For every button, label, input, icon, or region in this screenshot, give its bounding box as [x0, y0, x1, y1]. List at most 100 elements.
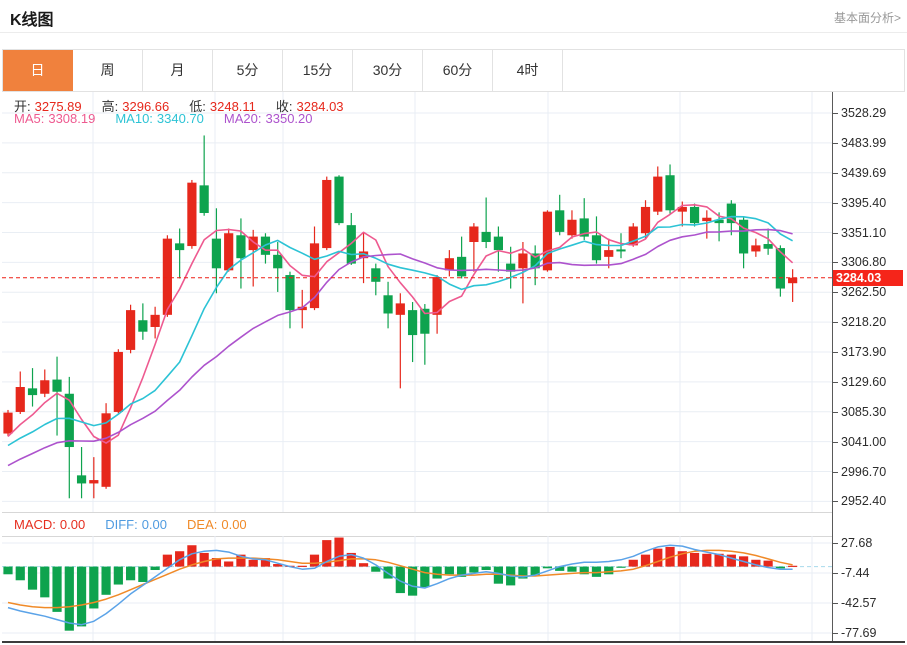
tab-30min[interactable]: 30分 [353, 50, 423, 91]
tab-bar-filler [563, 50, 904, 91]
macd-bar [151, 567, 160, 570]
ma-value-0: 3308.19 [48, 111, 95, 126]
macd-value-1: 0.00 [142, 517, 167, 532]
tab-day[interactable]: 日 [3, 50, 73, 91]
macd-bar [138, 567, 147, 582]
ma-value-2: 3350.20 [266, 111, 313, 126]
candle-body [764, 244, 773, 249]
candle-body [727, 204, 736, 224]
price-tick-label: 3439.69 [841, 166, 886, 180]
tab-4hour[interactable]: 4时 [493, 50, 563, 91]
price-tick-label-dash [832, 173, 838, 174]
candle-body [592, 235, 601, 260]
ma-legend: MA5:3308.19MA10:3340.70MA20:3350.20 [14, 111, 333, 126]
macd-bar [408, 567, 417, 596]
macd-bar [65, 567, 74, 631]
candle-body [482, 232, 491, 242]
macd-tick-label: -42.57 [841, 596, 876, 610]
macd-value-2: 0.00 [221, 517, 246, 532]
tab-week[interactable]: 周 [73, 50, 143, 91]
candle-body [690, 207, 699, 223]
macd-label-2: DEA: [187, 517, 217, 532]
tab-5min[interactable]: 5分 [213, 50, 283, 91]
macd-bar [40, 567, 49, 598]
candle-body [40, 380, 49, 393]
candle-body [3, 413, 12, 434]
candle-body [543, 212, 552, 271]
candle-body [285, 275, 294, 310]
macd-bar [114, 567, 123, 585]
macd-bar [101, 567, 110, 595]
price-tick-label: 3041.00 [841, 435, 886, 449]
macd-tick-label: -77.69 [841, 626, 876, 640]
price-tick-label-dash [832, 322, 838, 323]
candle-body [151, 315, 160, 327]
macd-bar [224, 561, 233, 566]
macd-tick-label: 27.68 [841, 536, 872, 550]
price-tick-label: 3085.30 [841, 405, 886, 419]
tab-15min[interactable]: 15分 [283, 50, 353, 91]
price-tick-label: 3351.10 [841, 226, 886, 240]
fundamental-analysis-link[interactable]: 基本面分析> [834, 9, 901, 26]
price-tick-label-dash [832, 412, 838, 413]
macd-bar [249, 560, 258, 567]
macd-bar [359, 563, 368, 566]
header-divider [0, 32, 907, 33]
price-tick-label: 3483.99 [841, 136, 886, 150]
macd-bar [567, 567, 576, 572]
price-tick-label-dash [832, 292, 838, 293]
price-tick-label: 3262.50 [841, 285, 886, 299]
tab-month[interactable]: 月 [143, 50, 213, 91]
main-candlestick-chart[interactable] [2, 92, 832, 512]
macd-tick-label-dash [832, 543, 838, 544]
candle-body [494, 237, 503, 250]
macd-bar [16, 567, 25, 581]
macd-bar [702, 554, 711, 567]
price-tick-label-dash [832, 352, 838, 353]
period-tab-bar: 日周月5分15分30分60分4时 [2, 49, 905, 92]
candle-body [555, 210, 564, 232]
price-tick-label: 3395.40 [841, 196, 886, 210]
macd-bar [420, 567, 429, 588]
macd-tick-label: -7.44 [841, 566, 870, 580]
macd-bar [469, 567, 478, 573]
macd-chart[interactable] [2, 536, 832, 641]
macd-bar [52, 567, 61, 612]
candle-body [751, 245, 760, 251]
candle-body [138, 320, 147, 331]
macd-bar [788, 566, 797, 567]
macd-bar [77, 567, 86, 627]
macd-label-0: MACD: [14, 517, 56, 532]
macd-bar [126, 567, 135, 581]
tab-60min[interactable]: 60分 [423, 50, 493, 91]
price-tick-label: 2952.40 [841, 494, 886, 508]
candle-body [604, 250, 613, 257]
candle-body [16, 387, 25, 412]
price-tick-label: 3528.29 [841, 106, 886, 120]
page-title: K线图 [10, 6, 54, 30]
candle-body [641, 207, 650, 233]
macd-legend: MACD:0.00DIFF:0.00DEA:0.00 [14, 517, 267, 532]
candle-body [126, 310, 135, 350]
ma-label-1: MA10: [115, 111, 153, 126]
macd-tick-label-dash [832, 633, 838, 634]
price-tick-label-dash [832, 382, 838, 383]
candle-body [665, 175, 674, 210]
price-tick-label-dash [832, 143, 838, 144]
price-tick-label: 3173.90 [841, 345, 886, 359]
macd-bar [28, 567, 37, 590]
candle-body [445, 258, 454, 270]
price-tick-label: 2996.70 [841, 465, 886, 479]
candle-body [788, 278, 797, 283]
macd-bar [334, 538, 343, 567]
macd-bar [543, 567, 552, 569]
candle-body [322, 180, 331, 248]
last-price-badge: 3284.03 [833, 270, 903, 286]
price-tick-label-dash [832, 501, 838, 502]
kline-app: { "header": { "title": "K线图", "link": "基… [0, 0, 907, 645]
candle-body [408, 310, 417, 335]
macd-tick-label-dash [832, 573, 838, 574]
candle-body [334, 177, 343, 224]
candle-body [200, 185, 209, 213]
candle-body [396, 303, 405, 314]
